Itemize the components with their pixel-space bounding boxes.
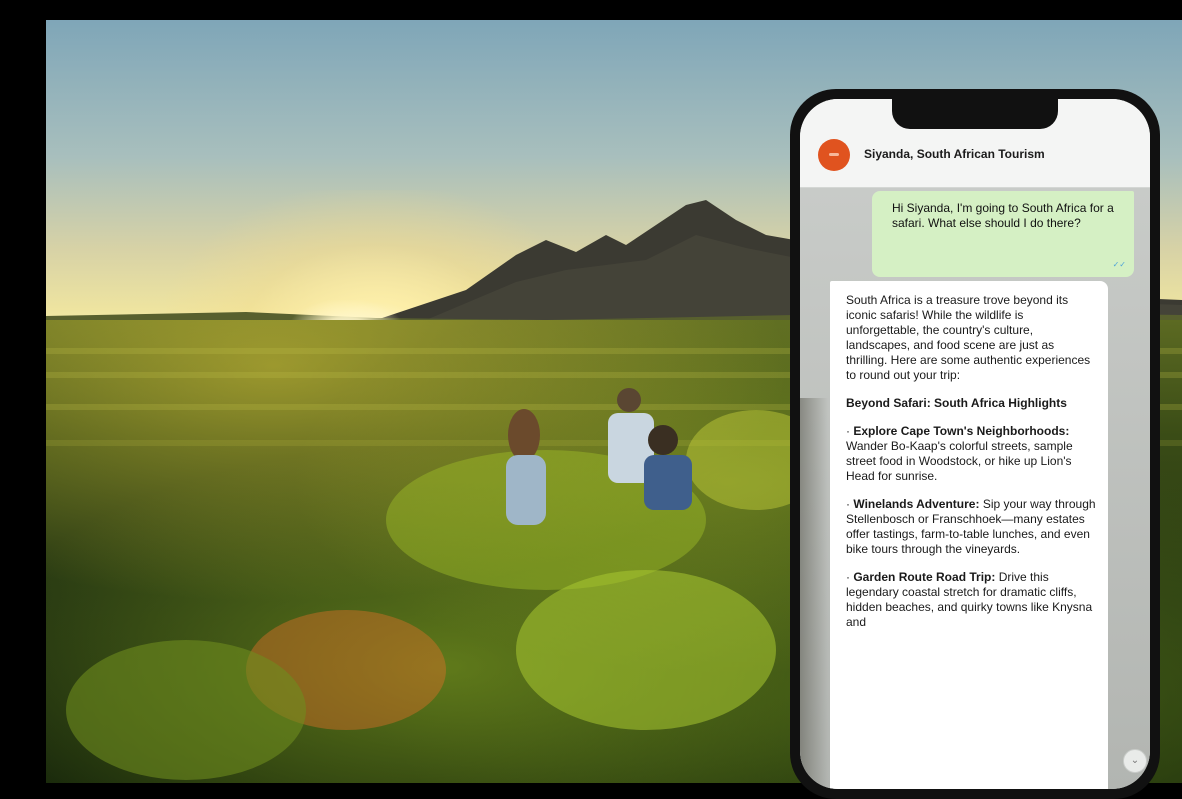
- list-item-title: Garden Route Road Trip:: [853, 570, 996, 584]
- foliage: [516, 570, 776, 730]
- incoming-message[interactable]: South Africa is a treasure trove beyond …: [830, 281, 1108, 789]
- phone-screen: Siyanda, South African Tourism Hi Siyand…: [800, 99, 1150, 789]
- walking-people: [506, 388, 692, 525]
- frame-border: [0, 0, 1182, 20]
- message-heading: Beyond Safari: South Africa Highlights: [846, 396, 1067, 410]
- list-item-title: Explore Cape Town's Neighborhoods:: [853, 424, 1070, 438]
- message-intro: South Africa is a treasure trove beyond …: [846, 293, 1091, 382]
- list-item-text: Wander Bo-Kaap's colorful streets, sampl…: [846, 439, 1073, 483]
- list-item-title: Winelands Adventure:: [853, 497, 980, 511]
- incoming-message-text: South Africa is a treasure trove beyond …: [846, 293, 1098, 643]
- list-item: · Winelands Adventure: Sip your way thro…: [846, 497, 1096, 556]
- avatar[interactable]: [818, 139, 850, 171]
- double-check-icon: ✓✓: [1112, 260, 1126, 269]
- list-item: · Explore Cape Town's Neighborhoods: Wan…: [846, 424, 1073, 483]
- foliage: [66, 640, 306, 780]
- frame-border: [0, 0, 46, 793]
- contact-name[interactable]: Siyanda, South African Tourism: [864, 147, 1045, 161]
- logo-icon: [829, 153, 839, 156]
- scroll-down-icon[interactable]: ⌄: [1123, 749, 1147, 773]
- phone-mockup: Siyanda, South African Tourism Hi Siyand…: [790, 89, 1160, 799]
- phone-notch: [892, 99, 1058, 129]
- list-item: · Garden Route Road Trip: Drive this leg…: [846, 570, 1093, 629]
- background-pattern: [800, 398, 828, 789]
- outgoing-message[interactable]: Hi Siyanda, I'm going to South Africa fo…: [872, 191, 1134, 277]
- outgoing-message-text: Hi Siyanda, I'm going to South Africa fo…: [892, 201, 1114, 230]
